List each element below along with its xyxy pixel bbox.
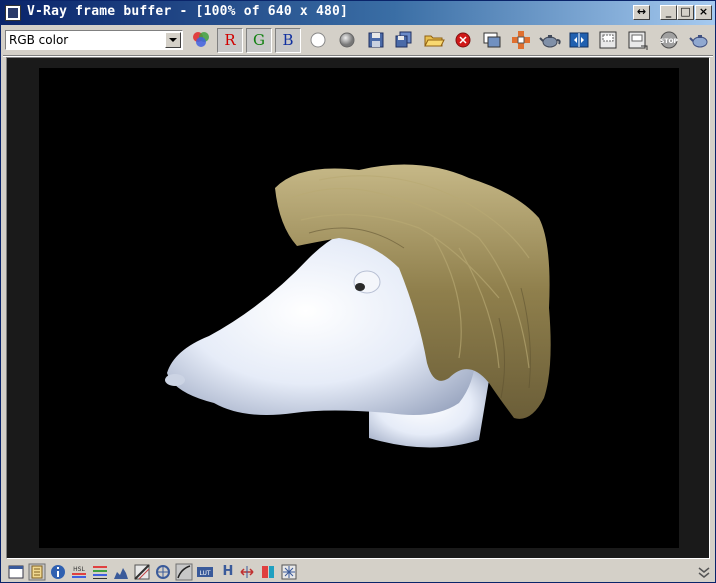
- vray-frame-buffer-window: V-Ray frame buffer - [100% of 640 x 480]…: [0, 0, 716, 583]
- color-wheel-icon[interactable]: [154, 563, 172, 581]
- clear-image-icon[interactable]: [451, 29, 475, 51]
- rendered-head-with-hair: [165, 164, 551, 448]
- region-render-icon[interactable]: [596, 29, 620, 51]
- track-mouse-render-icon[interactable]: [509, 29, 533, 51]
- info-icon[interactable]: [49, 563, 67, 581]
- levels-icon[interactable]: [91, 563, 109, 581]
- render-last-icon[interactable]: [687, 29, 711, 51]
- hsl-icon[interactable]: HSL: [70, 563, 88, 581]
- toolbar: RGB color R G B STOP: [1, 25, 715, 55]
- window-title: V-Ray frame buffer - [100% of 640 x 480]: [27, 4, 349, 19]
- histogram-icon[interactable]: [112, 563, 130, 581]
- svg-text:LUT: LUT: [199, 570, 210, 577]
- alpha-white-icon[interactable]: [306, 29, 330, 51]
- title-bar: V-Ray frame buffer - [100% of 640 x 480]…: [1, 1, 715, 25]
- pixel-aspect-icon[interactable]: [280, 563, 298, 581]
- log-panel-icon[interactable]: [28, 563, 46, 581]
- minimize-button[interactable]: _: [660, 5, 677, 20]
- display-color-channels-icon[interactable]: [189, 29, 213, 51]
- red-channel-button[interactable]: R: [217, 28, 243, 53]
- curve-icon[interactable]: [175, 563, 193, 581]
- stop-render-icon[interactable]: STOP: [657, 29, 681, 51]
- duplicate-to-mtl-editor-icon[interactable]: [480, 29, 504, 51]
- ab-compare-icon[interactable]: [567, 29, 591, 51]
- window-icon[interactable]: [7, 563, 25, 581]
- render-teapot-icon[interactable]: [538, 29, 562, 51]
- maximize-button[interactable]: □: [677, 5, 694, 20]
- save-icon[interactable]: [364, 29, 388, 51]
- status-bar: HSL LUT H: [1, 561, 715, 583]
- open-folder-icon[interactable]: [422, 29, 446, 51]
- svg-text:STOP: STOP: [660, 38, 679, 45]
- blue-channel-button[interactable]: B: [275, 28, 301, 53]
- green-channel-button[interactable]: G: [246, 28, 272, 53]
- save-all-icon[interactable]: [392, 29, 416, 51]
- lut-icon[interactable]: LUT: [196, 563, 214, 581]
- rgb-swatch-icon[interactable]: [259, 563, 277, 581]
- chevron-down-icon[interactable]: [695, 563, 713, 581]
- exposure-icon[interactable]: [133, 563, 151, 581]
- channel-select[interactable]: RGB color: [5, 30, 183, 50]
- resize-icon[interactable]: ↔: [633, 5, 650, 20]
- rendered-image[interactable]: [39, 68, 679, 548]
- monochrome-icon[interactable]: [335, 29, 359, 51]
- compare-split-icon[interactable]: [238, 563, 256, 581]
- svg-text:HSL: HSL: [73, 566, 85, 573]
- chevron-down-icon[interactable]: [165, 32, 181, 48]
- hdr-h-button[interactable]: H: [219, 563, 237, 581]
- channel-select-value: RGB color: [9, 33, 69, 47]
- close-button[interactable]: ×: [695, 5, 712, 20]
- window-app-icon[interactable]: [5, 5, 21, 21]
- show-corrections-icon[interactable]: [625, 29, 649, 51]
